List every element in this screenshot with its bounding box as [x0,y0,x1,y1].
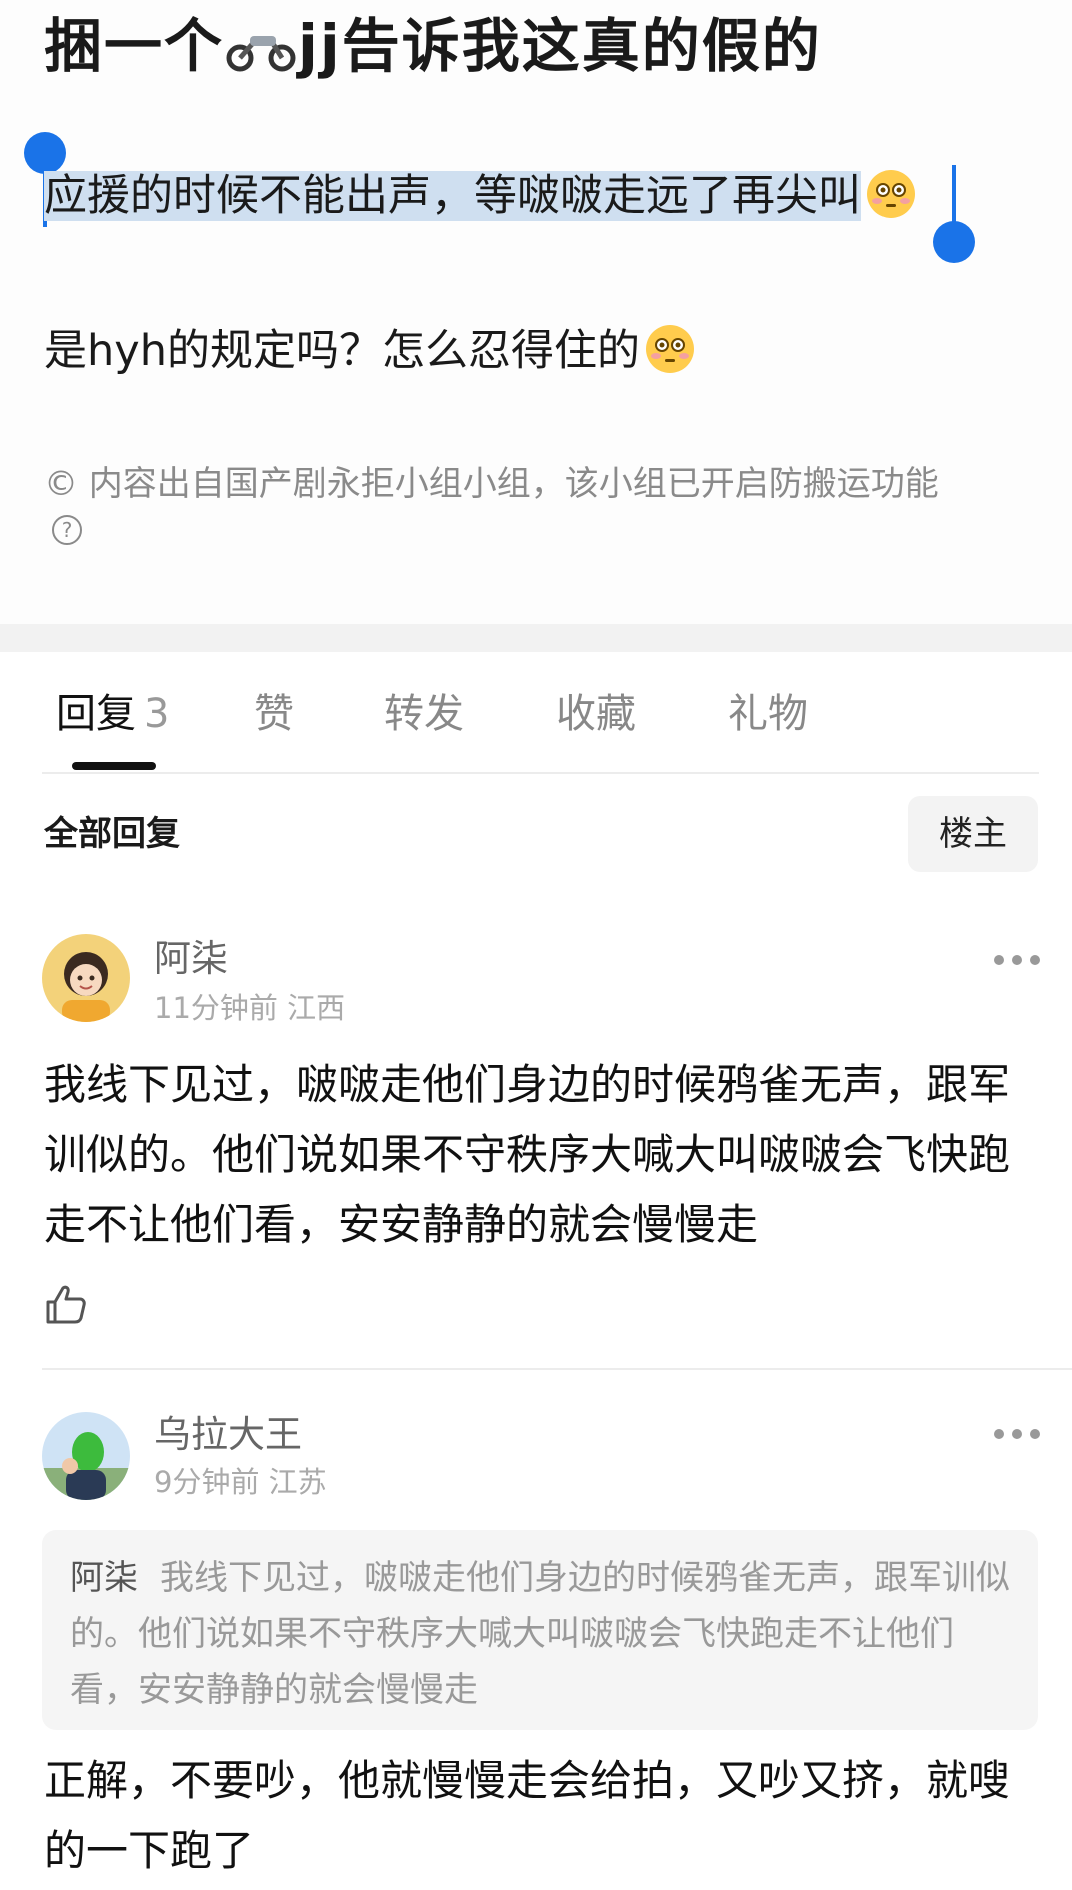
copyright-notice: © 内容出自国产剧永拒小组小组，该小组已开启防搬运功能 [44,464,939,504]
flushed-face-emoji-icon [865,168,917,237]
help-icon[interactable]: ? [52,515,82,545]
quoted-author: 阿柒 [70,1558,138,1598]
quoted-reply[interactable]: 阿柒 我线下见过，啵啵走他们身边的时候鸦雀无声，跟军训似的。他们说如果不守秩序大喊… [42,1530,1038,1730]
comment-location: 江苏 [268,1465,327,1499]
post-line-1[interactable]: 应援的时候不能出声，等啵啵走远了再尖叫 [44,165,917,237]
comment-meta: 9分钟前 江苏 [154,1462,327,1502]
like-icon[interactable] [44,1282,88,1326]
avatar[interactable] [42,1412,130,1500]
avatar[interactable] [42,934,130,1022]
comment-author[interactable]: 乌拉大王 [154,1410,302,1460]
motorcycle-icon [226,12,296,92]
comment-time: 9分钟前 [154,1465,260,1499]
tab-bar-border [42,772,1039,774]
tab-label: 回复 [56,691,136,737]
post-title-pre: 捆一个 [44,12,225,80]
owner-only-button[interactable]: 楼主 [908,796,1038,872]
comment-divider [42,1368,1072,1370]
more-options-icon[interactable] [994,955,1040,967]
more-options-icon[interactable] [994,1429,1040,1441]
tab-likes[interactable]: 赞 [254,686,294,742]
selection-end-stem [952,165,956,227]
tab-favorites[interactable]: 收藏 [556,686,636,742]
selection-end-handle[interactable] [933,221,975,263]
comment-body: 正解，不要吵，他就慢慢走会给拍，又吵又挤，就嗖的一下跑了 [44,1756,1011,1875]
post-line-2: 是hyh的规定吗？怎么忍得住的 [44,320,696,392]
quoted-text: 阿柒 我线下见过，啵啵走他们身边的时候鸦雀无声，跟军训似的。他们说如果不守秩序大喊… [70,1550,1020,1718]
comment-meta: 11分钟前 江西 [154,988,345,1028]
comment-author[interactable]: 阿柒 [154,934,228,984]
tab-replies[interactable]: 回复 3 [56,686,169,742]
post-content: 捆一个 jj告诉我这真的假的 应援的时候不能出声，等啵啵走远了再尖叫 是hyh的规… [0,0,1072,624]
comment-location: 江西 [287,991,346,1025]
tab-count: 3 [144,691,170,737]
comment-body: 我线下见过，啵啵走他们身边的时候鸦雀无声，跟军训似的。他们说如果不守秩序大喊大叫… [44,1060,1011,1249]
quoted-body: 我线下见过，啵啵走他们身边的时候鸦雀无声，跟军训似的。他们说如果不守秩序大喊大叫… [70,1558,1010,1710]
post-line-2-text: 是hyh的规定吗？怎么忍得住的 [44,326,640,376]
active-tab-indicator [72,762,156,770]
flushed-face-emoji-icon [644,323,696,392]
tab-bar: 回复 3 赞 转发 收藏 礼物 [0,652,1072,772]
post-title: 捆一个 jj告诉我这真的假的 [44,6,822,92]
section-divider [0,624,1072,652]
selected-text[interactable]: 应援的时候不能出声，等啵啵走远了再尖叫 [44,171,861,221]
tab-gifts[interactable]: 礼物 [728,686,808,742]
comment-time: 11分钟前 [154,991,278,1025]
post-title-post: jj告诉我这真的假的 [298,12,822,80]
tab-reposts[interactable]: 转发 [384,686,464,742]
all-replies-label: 全部回复 [44,814,180,854]
